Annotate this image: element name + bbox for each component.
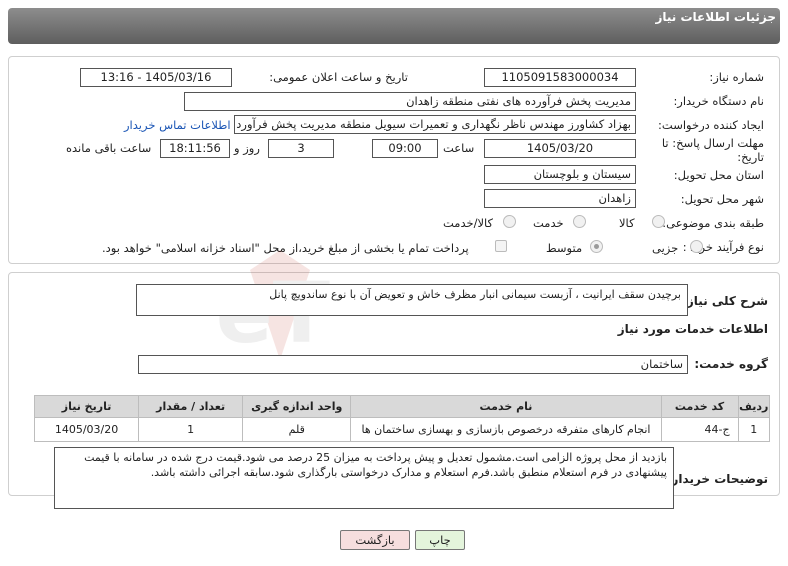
table-row: 1 ج-44 انجام کارهای متفرقه درخصوص بازساز…: [33, 417, 771, 442]
announce-label: تاریخ و ساعت اعلان عمومی:: [269, 70, 408, 84]
category-service-label: خدمت: [533, 216, 564, 230]
buyer-org-label: نام دستگاه خریدار:: [673, 94, 764, 108]
category-both-radio[interactable]: [503, 215, 516, 228]
deadline-time-field: 09:00: [372, 139, 438, 158]
cell-date: 1405/03/20: [33, 417, 140, 442]
col-date: تاریخ نیاز: [33, 395, 140, 418]
need-number-label: شماره نیاز:: [709, 70, 764, 84]
announce-field: 1405/03/16 - 13:16: [80, 68, 232, 87]
category-service-radio[interactable]: [573, 215, 586, 228]
remaining-time-field: 18:11:56: [160, 139, 230, 158]
province-label: استان محل تحویل:: [673, 168, 764, 182]
category-both-label: کالا/خدمت: [443, 216, 494, 230]
category-label: طبقه بندی موضوعی:: [662, 216, 764, 230]
cell-code: ج-44: [660, 417, 739, 442]
days-field: 3: [268, 139, 334, 158]
deadline-date-field: 1405/03/20: [484, 139, 636, 158]
col-qty: تعداد / مقدار: [138, 395, 244, 418]
col-code: کد خدمت: [660, 395, 739, 418]
services-table: ردیف کد خدمت نام خدمت واحد اندازه گیری ت…: [33, 395, 771, 442]
table-header-row: ردیف کد خدمت نام خدمت واحد اندازه گیری ت…: [33, 395, 771, 418]
cell-row: 1: [737, 417, 771, 442]
days-label: روز و: [234, 141, 260, 155]
description-label: شرح کلی نیاز:: [682, 294, 768, 308]
cell-name: انجام کارهای متفرقه درخصوص بازسازی و بهس…: [350, 417, 662, 442]
col-name: نام خدمت: [350, 395, 662, 418]
cell-unit: قلم: [242, 417, 352, 442]
city-field: زاهدان: [484, 189, 636, 208]
service-group-label: گروه خدمت:: [694, 357, 768, 371]
services-title: اطلاعات خدمات مورد نیاز: [617, 322, 768, 336]
col-unit: واحد اندازه گیری: [242, 395, 352, 418]
col-row: ردیف: [737, 395, 771, 418]
category-goods-radio[interactable]: [652, 215, 665, 228]
buyer-org-field: مدیریت پخش فرآورده های نفتی منطقه زاهدان: [184, 92, 636, 111]
city-label: شهر محل تحویل:: [680, 192, 764, 206]
print-button[interactable]: چاپ: [415, 530, 465, 550]
cell-qty: 1: [138, 417, 244, 442]
creator-label: ایجاد کننده درخواست:: [658, 118, 764, 132]
deadline-time-label: ساعت: [443, 141, 475, 155]
back-button[interactable]: بازگشت: [340, 530, 410, 550]
remaining-label: ساعت باقی مانده: [66, 141, 152, 155]
buyer-contact-link[interactable]: اطلاعات تماس خریدار: [124, 118, 231, 132]
deadline-label: مهلت ارسال پاسخ: تا تاریخ:: [661, 136, 764, 164]
buyer-notes-label: توضیحات خریدار:: [666, 472, 768, 486]
creator-field: بهزاد کشاورز مهندس ناظر نگهداری و تعمیرا…: [234, 115, 636, 134]
category-goods-label: کالا: [619, 216, 635, 230]
service-group-field: ساختمان: [138, 355, 688, 374]
buyer-notes-field: بازدید از محل پروژه الزامی است.مشمول تعد…: [54, 447, 674, 509]
need-number-field: 1105091583000034: [484, 68, 636, 87]
page-title: جزئیات اطلاعات نیاز: [655, 10, 776, 24]
description-field: برچیدن سقف ایرانیت ، آزبست سیمانی انبار …: [136, 284, 688, 316]
province-field: سیستان و بلوچستان: [484, 165, 636, 184]
